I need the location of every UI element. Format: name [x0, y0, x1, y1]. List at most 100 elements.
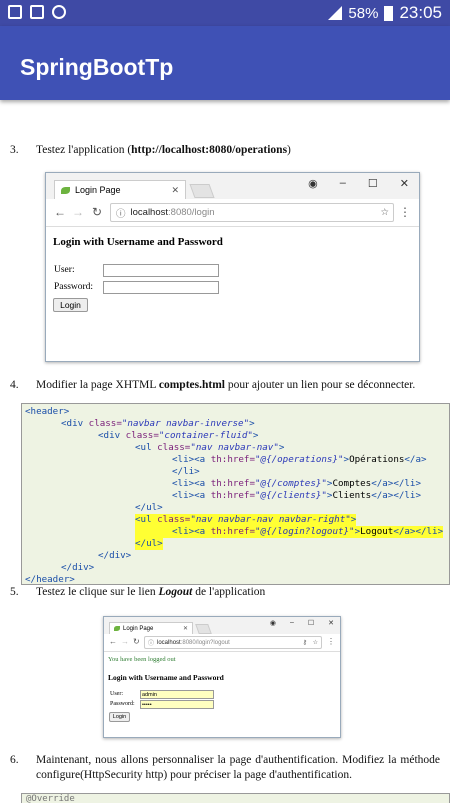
- code-line-highlighted: </ul>: [135, 538, 163, 551]
- code-line: @Override: [26, 794, 75, 803]
- code-line: <header>: [25, 406, 70, 417]
- menu-icon: ⋮: [327, 637, 335, 646]
- new-tab-button: [195, 624, 212, 634]
- step-text-end: pour ajouter un lien pour se déconnecter…: [224, 379, 416, 391]
- menu-icon: ⋮: [399, 205, 411, 219]
- browser-screenshot-login: Login Page ✕ ◉ – ☐ ✕ ← → ↻ ⓘ localhost:8…: [45, 172, 420, 362]
- app-notification-icon: [52, 5, 66, 19]
- close-icon: ✕: [399, 178, 409, 190]
- code-line: </div>: [61, 562, 95, 573]
- browser-screenshot-logout: Login Page ✕ ◉ – ☐ ✕ ← → ↻ ⓘ localhost:8…: [103, 616, 341, 738]
- status-bar: 58% 23:05: [0, 0, 450, 26]
- notification-icons: [8, 5, 66, 19]
- password-label: Password:: [110, 701, 135, 707]
- star-icon: ☆: [380, 207, 389, 218]
- step-text: Testez l'application (: [36, 144, 132, 156]
- login-page: Login with Username and Password User: P…: [46, 228, 419, 361]
- login-button: Login: [53, 298, 88, 312]
- info-icon: ⓘ: [148, 641, 155, 647]
- code-line: </div>: [98, 550, 132, 561]
- new-tab-button: [189, 184, 215, 198]
- step-text: Modifier la page XHTML: [36, 379, 159, 391]
- browser-tab-bar: Login Page ✕ ◉ – ☐ ✕: [46, 173, 419, 199]
- reload-icon: ↻: [133, 637, 140, 646]
- spring-leaf-icon: [114, 626, 120, 631]
- code-line: </ul>: [135, 502, 163, 513]
- login-button: Login: [109, 712, 130, 722]
- code-line: <ul class="nav navbar-nav">: [135, 442, 285, 453]
- password-label: Password:: [54, 282, 94, 292]
- code-line: <div class="navbar navbar-inverse">: [61, 418, 255, 429]
- tab-title: Login Page: [75, 185, 121, 195]
- code-line: <li><a th:href="@{/comptes}">Comptes</a>…: [172, 478, 421, 489]
- step-text: Maintenant, nous allons personnaliser la…: [36, 754, 440, 781]
- step-number: 3.: [10, 144, 19, 156]
- step-text-end: ): [287, 144, 291, 156]
- code-line: <li><a th:href="@{/clients}">Clients</a>…: [172, 490, 421, 501]
- clock: 23:05: [399, 3, 442, 22]
- user-field: [103, 264, 219, 277]
- step-number: 6.: [10, 754, 19, 766]
- app-title: SpringBootTp: [20, 54, 174, 80]
- step-number: 5.: [10, 586, 19, 598]
- info-icon: ⓘ: [116, 208, 126, 220]
- signal-icon: [328, 6, 343, 20]
- url-host: localhost: [130, 207, 169, 218]
- battery-icon: [384, 5, 394, 21]
- url-host: localhost: [157, 639, 181, 646]
- url-field: ⓘ localhost:8080/login ☆: [110, 203, 394, 222]
- step-link-name: Logout: [158, 586, 193, 598]
- back-icon: ←: [54, 205, 66, 219]
- minimize-icon: –: [339, 177, 346, 189]
- logged-out-message: You have been logged out: [108, 656, 176, 663]
- login-page: You have been logged out Login with User…: [104, 653, 340, 737]
- address-bar: ← → ↻ ⓘ localhost:8080/login?logout ⚷ ☆ …: [104, 634, 340, 652]
- profile-icon: ◉: [269, 620, 276, 627]
- star-icon: ☆: [312, 640, 318, 646]
- tab-close-icon: ✕: [182, 626, 188, 632]
- tab-title: Login Page: [123, 625, 154, 632]
- password-field: [103, 281, 219, 294]
- url-field: ⓘ localhost:8080/login?logout ⚷ ☆: [144, 636, 322, 649]
- gallery-notification-icon: [8, 5, 22, 19]
- forward-icon: →: [121, 637, 129, 646]
- step-number: 4.: [10, 379, 19, 391]
- spring-leaf-icon: [61, 186, 70, 194]
- download-notification-icon: [30, 5, 44, 19]
- code-block-configure: @Override: [21, 793, 450, 803]
- code-line: </header>: [25, 574, 75, 585]
- browser-tab-bar: Login Page ✕ ◉ – ☐ ✕: [104, 617, 340, 634]
- maximize-icon: ☐: [367, 178, 378, 190]
- code-line-highlighted: <li><a th:href="@{/login?logout}">Logout…: [135, 526, 444, 539]
- step-text: Testez le clique sur le lien: [36, 586, 159, 598]
- step-filename: comptes.html: [158, 379, 225, 391]
- browser-tab: Login Page ✕: [109, 622, 193, 634]
- window-controls: ◉ – ☐ ✕: [308, 177, 409, 190]
- reload-icon: ↻: [92, 205, 103, 219]
- user-field: [140, 690, 214, 699]
- back-icon: ←: [109, 637, 117, 646]
- code-line: <li><a th:href="@{/operations}">Opératio…: [172, 454, 427, 465]
- login-heading: Login with Username and Password: [108, 673, 224, 682]
- user-label: User:: [110, 691, 123, 697]
- minimize-icon: –: [289, 619, 294, 626]
- forward-icon: →: [72, 205, 84, 219]
- profile-icon: ◉: [308, 178, 318, 190]
- url-path: :8080/login?logout: [180, 639, 230, 646]
- step-url: http://localhost:8080/operations: [131, 144, 288, 156]
- address-bar: ← → ↻ ⓘ localhost:8080/login ☆ ⋮: [46, 199, 419, 227]
- browser-tab: Login Page ✕: [54, 180, 186, 199]
- document-content[interactable]: 3. Testez l'application (http://localhos…: [0, 100, 450, 803]
- battery-percent: 58%: [348, 4, 379, 22]
- url-path: :8080/login: [168, 207, 215, 218]
- tab-close-icon: ✕: [171, 184, 179, 195]
- user-label: User:: [54, 265, 75, 275]
- code-block-header: <header> <div class="navbar navbar-inver…: [21, 403, 450, 585]
- code-line: <div class="container-fluid">: [98, 430, 259, 441]
- key-icon: ⚷: [302, 640, 307, 646]
- app-bar: SpringBootTp: [0, 26, 450, 100]
- window-controls: ◉ – ☐ ✕: [270, 619, 334, 627]
- password-field: [140, 700, 214, 709]
- maximize-icon: ☐: [307, 620, 315, 627]
- login-heading: Login with Username and Password: [53, 236, 223, 248]
